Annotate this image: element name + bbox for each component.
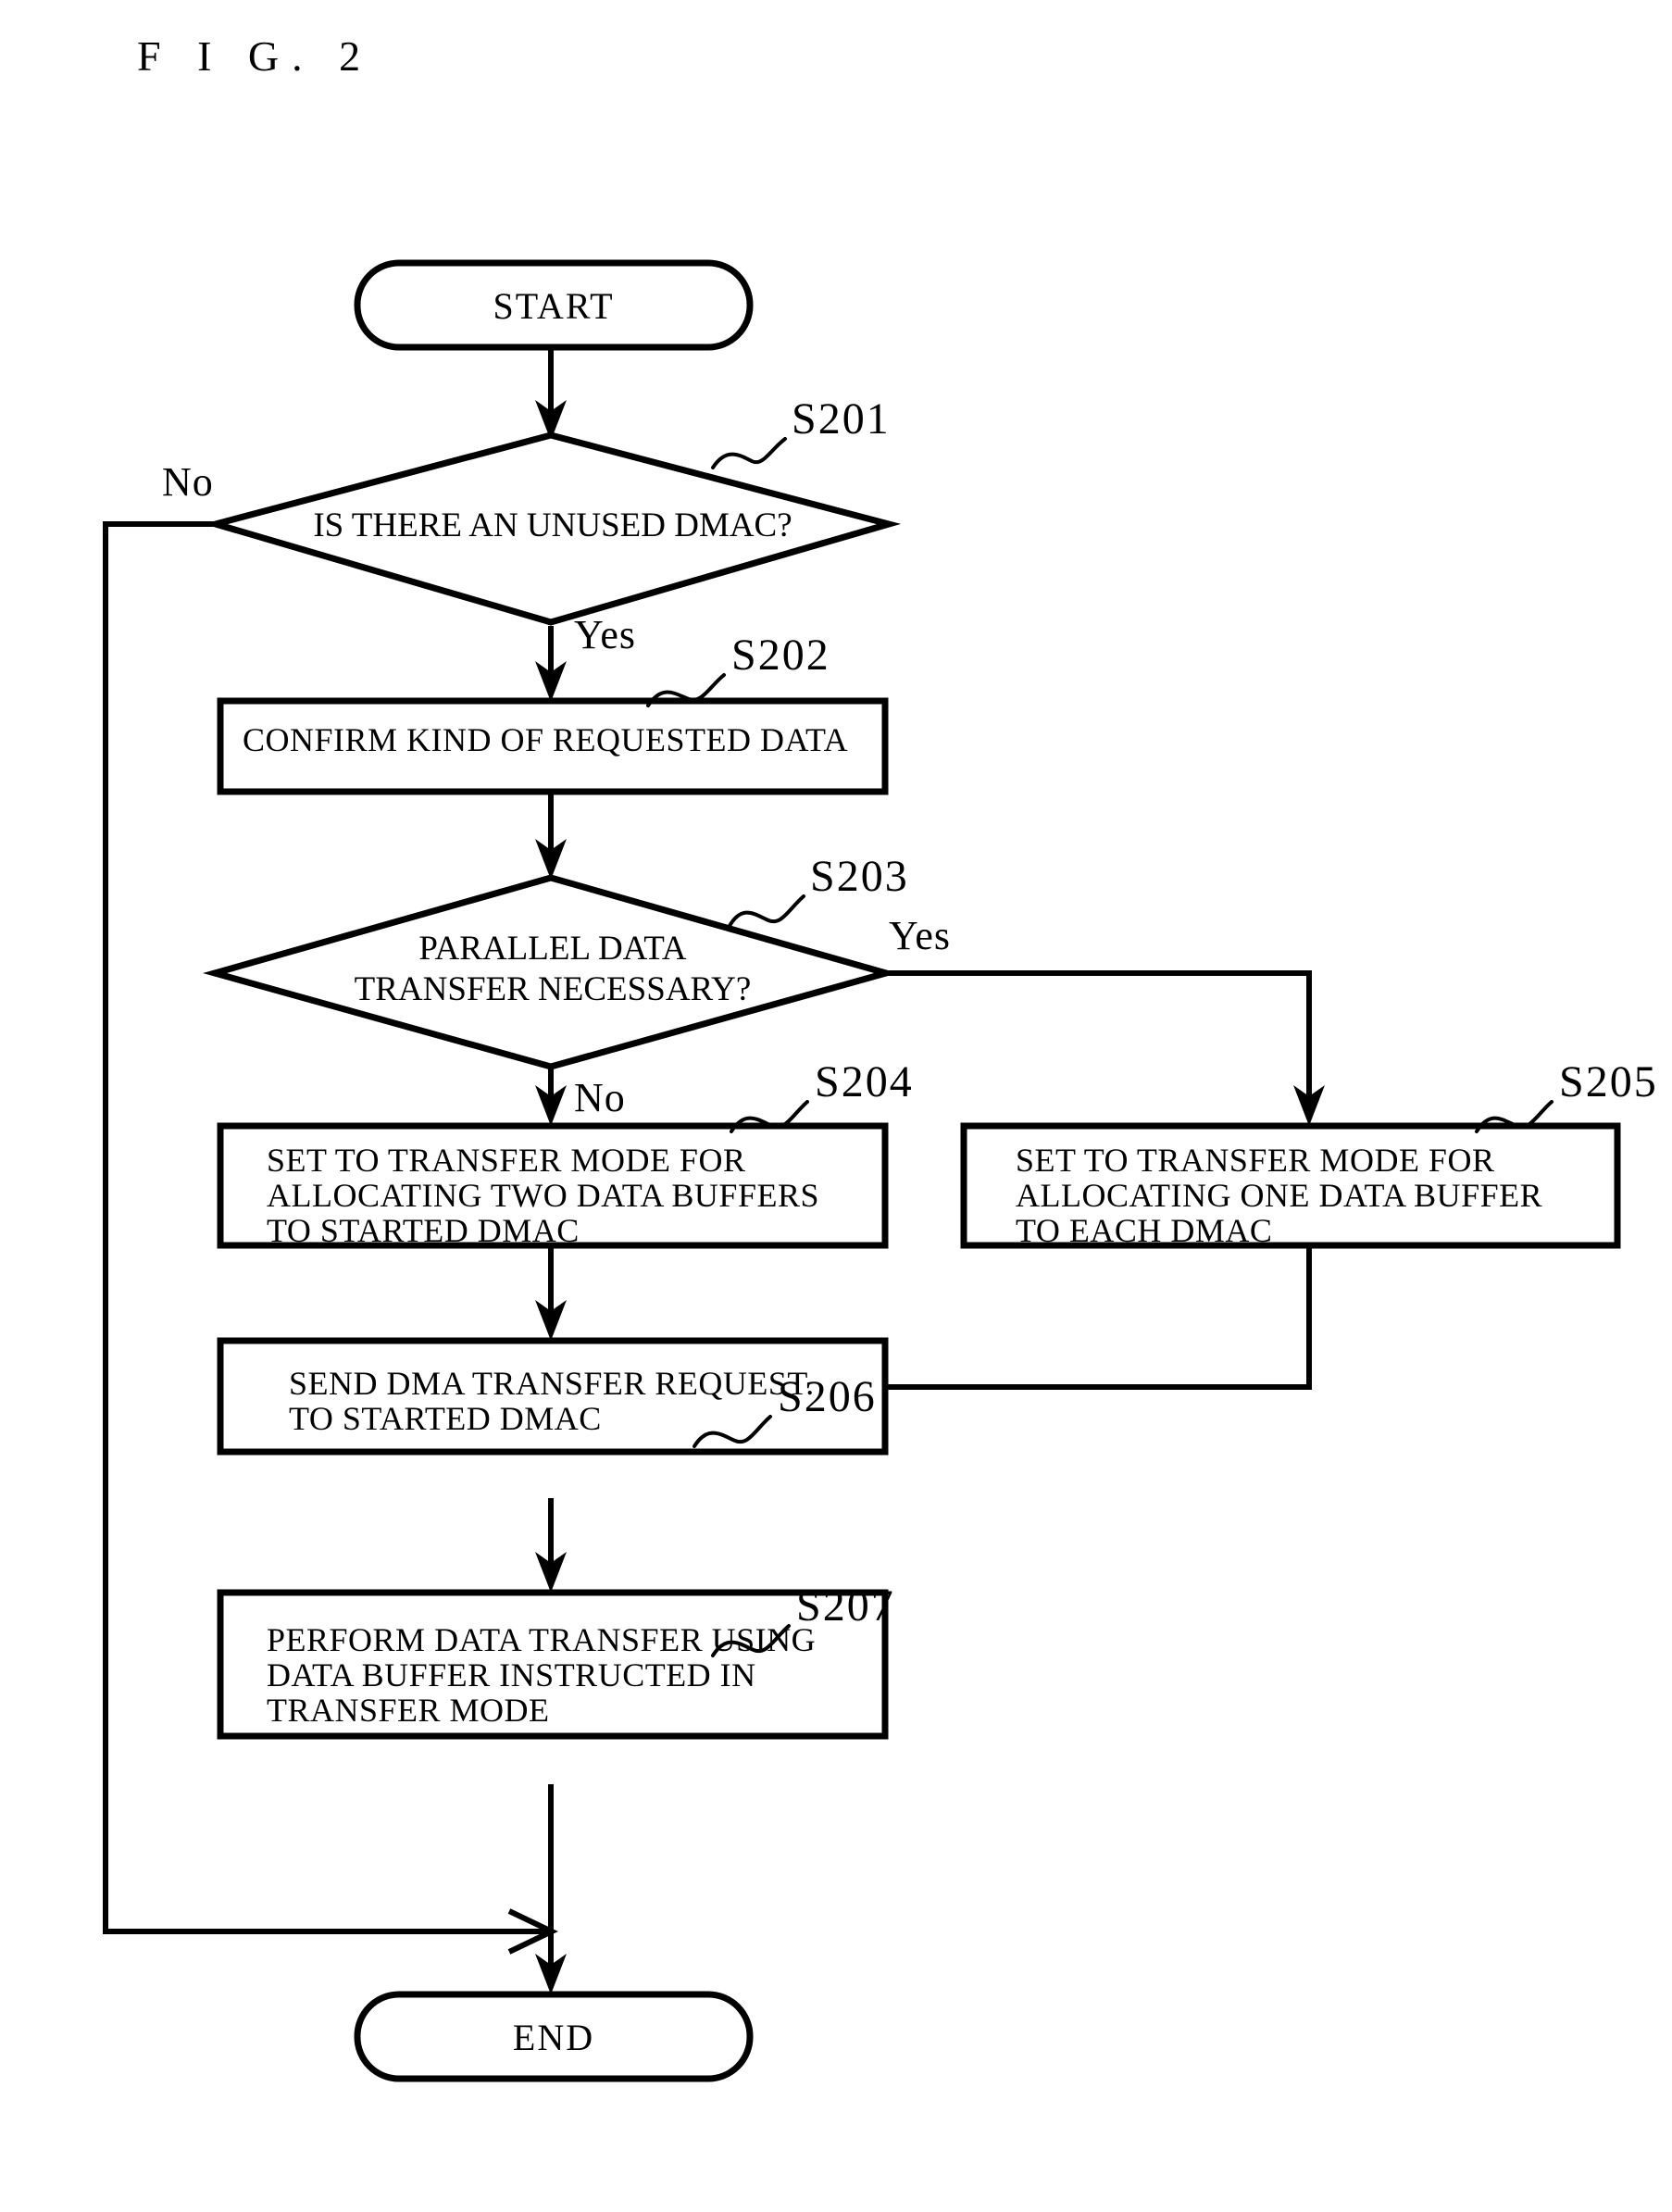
s203-text-line-2: TRANSFER NECESSARY? (355, 970, 752, 1008)
branch-label-s203-yes: Yes (889, 913, 951, 958)
s205-text-line-1: SET TO TRANSFER MODE FOR (1016, 1142, 1494, 1179)
node-s207-process: PERFORM DATA TRANSFER USING DATA BUFFER … (217, 1589, 889, 1740)
s202-text-line-1: CONFIRM KIND OF REQUESTED DATA (243, 721, 848, 758)
branch-label-s203-no: No (574, 1075, 626, 1120)
s205-text-line-2: ALLOCATING ONE DATA BUFFER (1016, 1177, 1542, 1214)
connector-s207-to-end (535, 1784, 567, 1994)
connector-s206-to-s207 (535, 1498, 567, 1593)
s207-text-line-1: PERFORM DATA TRANSFER USING (267, 1621, 816, 1658)
s207-text-line-2: DATA BUFFER INSTRUCTED IN (267, 1656, 756, 1693)
step-tag-s204: S204 (730, 1057, 914, 1133)
s201-tag-label: S201 (792, 394, 891, 444)
s204-text-line-3: TO STARTED DMAC (267, 1212, 580, 1249)
connector-s201-to-s202 (535, 626, 567, 702)
s207-text-line-3: TRANSFER MODE (267, 1692, 550, 1729)
s201-text-line-1: IS THERE AN UNUSED DMAC? (313, 506, 792, 544)
branch-label-s201-no: No (162, 459, 214, 505)
step-tag-s201: S201 (711, 394, 891, 469)
s206-text-line-2: TO STARTED DMAC (289, 1400, 602, 1437)
branch-label-s201-yes: Yes (574, 612, 636, 657)
node-s205-process: SET TO TRANSFER MODE FOR ALLOCATING ONE … (960, 1122, 1621, 1249)
connector-start-to-s201 (535, 347, 567, 441)
s204-tag-label: S204 (815, 1057, 914, 1106)
node-start: START (354, 259, 754, 351)
s203-text-line-1: PARALLEL DATA (418, 930, 687, 968)
connector-s203-to-s205 (886, 970, 1325, 1126)
s204-text-line-2: ALLOCATING TWO DATA BUFFERS (267, 1177, 819, 1214)
node-end: END (354, 1991, 754, 2082)
s205-text-line-3: TO EACH DMAC (1016, 1212, 1272, 1249)
s207-tag-label: S207 (796, 1581, 895, 1631)
s206-text-line-1: SEND DMA TRANSFER REQUEST. (289, 1365, 815, 1402)
s206-tag-label: S206 (778, 1372, 877, 1421)
node-s201-decision: IS THERE AN UNUSED DMAC? (203, 431, 902, 626)
flowchart-diagram: START IS THERE AN UNUSED DMAC? CONFIRM K… (103, 259, 1658, 2082)
connector-s203-to-s204 (535, 1067, 567, 1126)
step-tag-s202: S202 (646, 631, 830, 707)
node-s202-process: CONFIRM KIND OF REQUESTED DATA (217, 697, 889, 795)
s202-tag-label: S202 (731, 631, 830, 680)
connector-s204-to-s206 (535, 1245, 567, 1341)
start-label: START (493, 285, 614, 327)
node-s204-process: SET TO TRANSFER MODE FOR ALLOCATING TWO … (217, 1122, 889, 1249)
step-tag-s203: S203 (728, 852, 909, 928)
s204-text-line-1: SET TO TRANSFER MODE FOR (267, 1142, 745, 1179)
s205-tag-label: S205 (1559, 1057, 1658, 1106)
step-tag-s205: S205 (1475, 1057, 1658, 1133)
s203-tag-label: S203 (810, 852, 909, 901)
connector-s202-to-s203 (535, 793, 567, 880)
node-s203-decision: PARALLEL DATA TRANSFER NECESSARY? (203, 874, 898, 1070)
end-label: END (513, 2017, 594, 2058)
